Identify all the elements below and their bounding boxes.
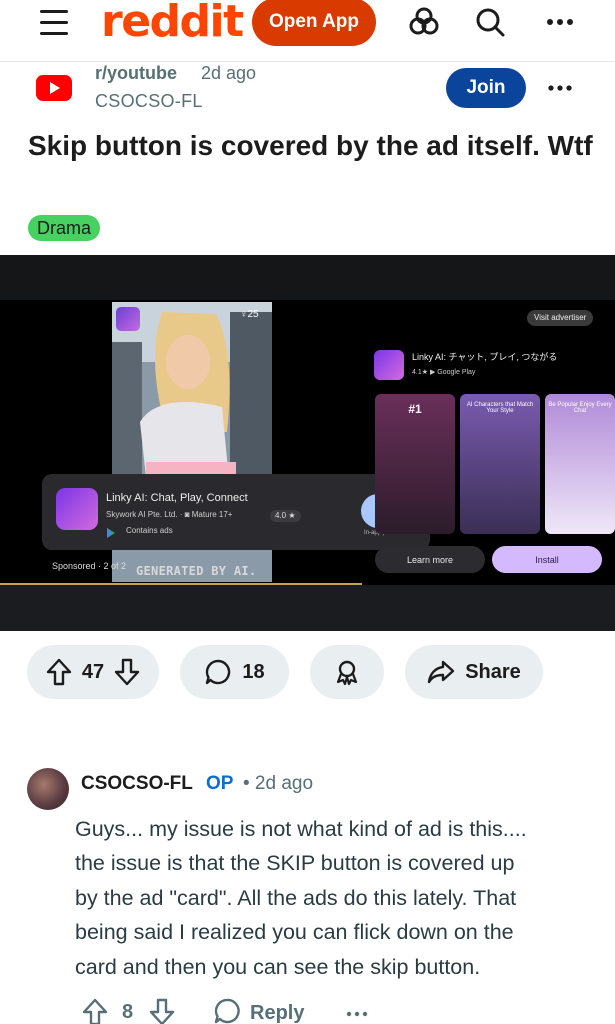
store-screenshot[interactable] [460,394,540,534]
store-screenshot-label: AI Characters that Match Your Style [466,402,534,414]
youtube-icon[interactable] [35,72,73,104]
upvote-icon[interactable] [46,658,72,686]
comment-icon [204,658,232,686]
store-screenshot[interactable] [545,394,615,534]
comment-downvote-icon[interactable] [149,998,175,1024]
comments-button[interactable]: 18 [180,645,289,699]
award-button[interactable] [310,645,384,699]
subreddit-name[interactable]: r/youtube [95,63,177,84]
comment-body: Guys... my issue is not what kind of ad … [75,812,605,984]
reply-label: Reply [250,1002,305,1024]
reply-icon [214,998,240,1024]
vote-pill: 47 [27,645,159,699]
ad-contains: Contains ads [126,526,173,535]
comment-author[interactable]: CSOCSO-FL [81,773,193,795]
store-app-icon [374,350,404,380]
join-button[interactable]: Join [446,68,526,108]
reply-button[interactable]: Reply [214,998,304,1024]
comment-line: Guys... my issue is not what kind of ad … [75,817,527,841]
store-title: Linky AI: チャット, プレイ, つながる [412,352,558,362]
share-label: Share [465,660,521,683]
search-icon[interactable] [472,4,508,40]
media-top-band [0,255,615,300]
viewer-count: ♀25 [240,309,259,320]
open-app-button[interactable]: Open App [252,0,376,46]
sponsored-label: Sponsored · 2 of 2 [52,561,127,571]
post-more-icon[interactable] [546,74,574,102]
store-subtitle: 4.1★ ▶ Google Play [412,369,476,376]
comment-upvote-icon[interactable] [82,998,108,1024]
play-store-icon [106,525,116,538]
store-screenshot-label: #1 [408,402,422,416]
visit-advertiser-button[interactable]: Visit advertiser [527,310,594,326]
op-badge: OP [206,773,234,794]
ad-meta: Skywork AI Pte. Ltd. · ◙ Mature 17+ [106,510,233,519]
menu-icon[interactable] [38,8,72,38]
comment-count: 18 [242,660,265,683]
post-title[interactable]: Skip button is covered by the ad itself.… [28,126,598,166]
comment-line: by the ad "card". All the ads do this la… [75,885,517,910]
comment-more-icon[interactable] [345,1006,369,1024]
store-install-button[interactable]: Install [492,546,602,573]
app-mini-icon [116,307,140,331]
media-bottom-band [0,585,615,631]
app-icon [56,488,98,530]
comment-time: • 2d ago [243,773,314,794]
share-icon [427,659,455,685]
post-author[interactable]: CSOCSO-FL [95,91,203,112]
post-flair[interactable]: Drama [28,215,101,241]
games-icon[interactable] [406,4,442,40]
avatar[interactable] [27,768,69,810]
reddit-logo[interactable]: reddit [101,0,244,47]
upvote-count: 47 [81,660,105,683]
store-screenshot-label: Be Popular Enjoy Every Chat [548,402,612,414]
downvote-icon[interactable] [114,658,140,686]
share-button[interactable]: Share [405,645,543,699]
top-bar: reddit Open App [0,0,615,62]
comment-line: card and then you can see the skip butto… [75,954,481,979]
comment-line: being said I realized you can flick down… [75,920,514,945]
ad-title: Linky AI: Chat, Play, Connect [106,492,248,504]
comment-vote-count: 8 [122,1001,134,1023]
ad-rating: 4.0 ★ [270,510,301,522]
award-icon [333,658,361,686]
video-progress [0,583,362,585]
comment-line: the issue is that the SKIP button is cov… [75,851,515,876]
ai-watermark: GENERATED BY AI. [136,564,257,578]
post-time: 2d ago [201,63,257,83]
more-icon[interactable] [542,4,578,40]
learn-more-button[interactable]: Learn more [375,546,485,573]
